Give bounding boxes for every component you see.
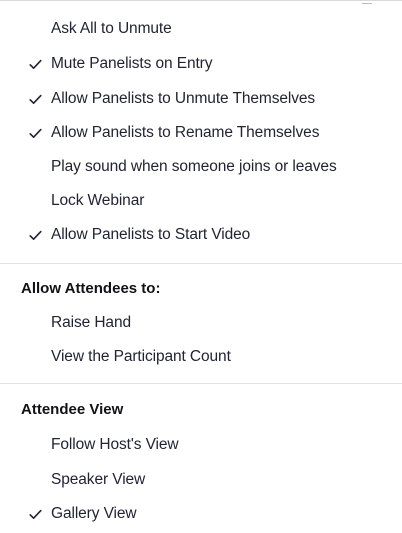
checkmark-icon [27,497,43,531]
menu-item-allow-panelists-start-video[interactable]: Allow Panelists to Start Video [0,218,402,252]
checkmark-icon [27,116,43,150]
menu-item-mute-panelists-on-entry[interactable]: Mute Panelists on Entry [0,47,402,81]
menu-pointer [362,0,372,4]
menu-item-label: Lock Webinar [51,192,145,209]
menu-item-speaker-view[interactable]: Speaker View [0,463,402,497]
menu-item-gallery-view[interactable]: Gallery View [0,497,402,531]
menu-item-follow-hosts-view[interactable]: Follow Host's View [0,428,402,462]
menu-item-label: Allow Panelists to Unmute Themselves [51,90,316,107]
section-heading-attendee-view: Attendee View [21,401,124,418]
menu-item-lock-webinar[interactable]: Lock Webinar [0,184,402,218]
menu-item-view-participant-count[interactable]: View the Participant Count [0,340,402,374]
menu-item-label: Speaker View [51,471,146,488]
menu-item-label: Allow Panelists to Start Video [51,226,251,243]
menu-item-label: Play sound when someone joins or leaves [51,158,337,175]
menu-item-play-sound-join-leave[interactable]: Play sound when someone joins or leaves [0,150,402,184]
menu-item-allow-panelists-unmute[interactable]: Allow Panelists to Unmute Themselves [0,82,402,116]
checkmark-icon [27,82,43,116]
menu-item-label: Gallery View [51,505,137,522]
checkmark-icon [27,47,43,81]
menu-item-label: View the Participant Count [51,348,231,365]
menu-divider [0,263,402,264]
menu-item-label: Follow Host's View [51,436,179,453]
menu-item-label: Ask All to Unmute [51,20,172,37]
checkmark-icon [27,218,43,252]
menu-item-label: Raise Hand [51,314,131,331]
menu-divider [0,383,402,384]
webinar-options-menu: Ask All to Unmute Mute Panelists on Entr… [0,0,402,533]
menu-item-ask-all-to-unmute[interactable]: Ask All to Unmute [0,12,402,46]
menu-item-label: Mute Panelists on Entry [51,55,213,72]
menu-item-label: Allow Panelists to Rename Themselves [51,124,320,141]
menu-item-allow-panelists-rename[interactable]: Allow Panelists to Rename Themselves [0,116,402,150]
menu-item-raise-hand[interactable]: Raise Hand [0,306,402,340]
menu-top-border [0,0,402,1]
section-heading-allow-attendees: Allow Attendees to: [21,280,161,297]
